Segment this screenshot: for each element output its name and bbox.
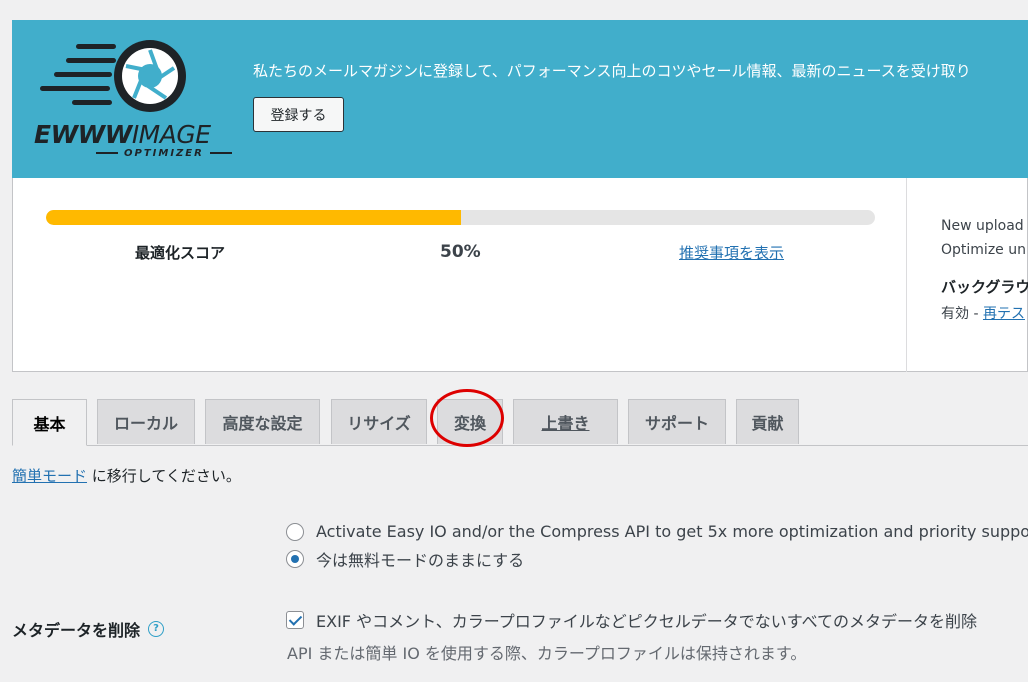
tab-support[interactable]: サポート [628, 399, 726, 444]
remove-metadata-option[interactable]: EXIF やコメント、カラープロファイルなどピクセルデータでないすべてのメタデー… [286, 608, 977, 632]
mode-option-free[interactable]: 今は無料モードのままにする [286, 547, 524, 571]
status-text: 有効 - [941, 306, 983, 322]
metadata-setting-label: メタデータを削除 ? [12, 617, 165, 641]
tab-overrides[interactable]: 上書き [513, 399, 618, 444]
panel-divider [906, 178, 907, 372]
score-progress-fill [46, 210, 461, 225]
radio-button[interactable] [286, 522, 304, 541]
ewww-logo: EWWWIMAGE OPTIMIZER [32, 38, 244, 162]
upload-info: New upload Optimize un [941, 214, 1026, 262]
optimization-score-panel: 最適化スコア 50% 推奨事項を表示 New upload Optimize u… [12, 178, 1028, 372]
retest-link[interactable]: 再テス [983, 306, 1025, 322]
score-label: 最適化スコア [135, 244, 226, 262]
tab-contribute[interactable]: 貢献 [736, 399, 799, 444]
question-circle-icon[interactable]: ? [148, 621, 165, 637]
background-mode-status: 有効 - 再テス [941, 303, 1025, 323]
tab-resize[interactable]: リサイズ [331, 399, 427, 444]
logo-wordmark: EWWWIMAGE [34, 120, 211, 149]
score-progress-bar [46, 210, 875, 225]
easy-mode-link[interactable]: 簡単モード [12, 467, 87, 485]
remove-metadata-label: EXIF やコメント、カラープロファイルなどピクセルデータでないすべてのメタデー… [316, 612, 978, 631]
logo-subtitle: OPTIMIZER [90, 148, 238, 159]
easy-mode-notice: 簡単モード に移行してください。 [12, 465, 241, 486]
tab-advanced[interactable]: 高度な設定 [205, 399, 320, 444]
tab-local[interactable]: ローカル [97, 399, 195, 444]
subscribe-button[interactable]: 登録する [253, 97, 344, 132]
tab-basic[interactable]: 基本 [12, 399, 87, 446]
metadata-description: API または簡単 IO を使用する際、カラープロファイルは保持されます。 [287, 644, 807, 663]
settings-tabs: 基本 ローカル 高度な設定 リサイズ 変換 上書き サポート 貢献 [12, 399, 1028, 446]
remove-metadata-checkbox[interactable] [286, 611, 304, 629]
metadata-label-text: メタデータを削除 [12, 621, 141, 640]
mode-option-api[interactable]: Activate Easy IO and/or the Compress API… [286, 522, 1028, 541]
radio-button-checked[interactable] [286, 550, 304, 568]
upload-info-line1: New upload [941, 218, 1024, 234]
view-recommendations-link[interactable]: 推奨事項を表示 [679, 242, 784, 263]
newsletter-banner: EWWWIMAGE OPTIMIZER 私たちのメールマガジンに登録して、パフォ… [12, 20, 1028, 178]
highlight-circle [430, 389, 504, 447]
easy-mode-suffix: に移行してください。 [87, 467, 241, 485]
background-mode-title: バックグラウ [941, 278, 1028, 296]
newsletter-text: 私たちのメールマガジンに登録して、パフォーマンス向上のコツやセール情報、最新のニ… [253, 62, 971, 80]
score-value: 50% [440, 242, 481, 262]
upload-info-line2: Optimize un [941, 242, 1026, 258]
mode-option-label: 今は無料モードのままにする [316, 551, 525, 570]
aperture-logo-icon [40, 40, 186, 112]
mode-option-label: Activate Easy IO and/or the Compress API… [316, 522, 1028, 541]
